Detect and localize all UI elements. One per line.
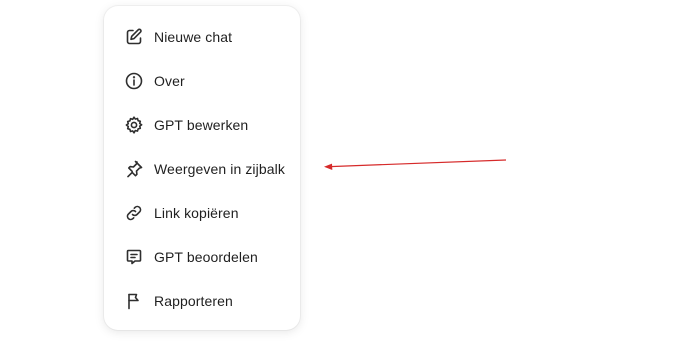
- menu-item-label: GPT beoordelen: [154, 249, 258, 265]
- menu-item-about[interactable]: Over: [104, 59, 300, 103]
- menu-item-rate-gpt[interactable]: GPT beoordelen: [104, 235, 300, 279]
- gear-icon: [124, 115, 144, 135]
- menu-item-edit-gpt[interactable]: GPT bewerken: [104, 103, 300, 147]
- info-circle-icon: [124, 71, 144, 91]
- menu-item-label: Weergeven in zijbalk: [154, 161, 285, 177]
- menu-item-label: Link kopiëren: [154, 205, 239, 221]
- screen: Nieuwe chat Over GPT bewerken Weergeven …: [0, 0, 697, 347]
- flag-icon: [124, 291, 144, 311]
- link-icon: [124, 203, 144, 223]
- menu-item-report[interactable]: Rapporteren: [104, 279, 300, 323]
- feedback-icon: [124, 247, 144, 267]
- gpt-options-menu: Nieuwe chat Over GPT bewerken Weergeven …: [104, 6, 300, 330]
- annotation-arrow-head: [324, 163, 333, 170]
- menu-item-label: Nieuwe chat: [154, 29, 233, 45]
- menu-item-copy-link[interactable]: Link kopiëren: [104, 191, 300, 235]
- pin-icon: [124, 159, 144, 179]
- menu-item-new-chat[interactable]: Nieuwe chat: [104, 15, 300, 59]
- pencil-square-icon: [124, 27, 144, 47]
- menu-item-label: Rapporteren: [154, 293, 233, 309]
- menu-item-label: GPT bewerken: [154, 117, 249, 133]
- menu-item-show-in-sidebar[interactable]: Weergeven in zijbalk: [104, 147, 300, 191]
- menu-item-label: Over: [154, 73, 185, 89]
- annotation-arrow-line: [329, 159, 507, 168]
